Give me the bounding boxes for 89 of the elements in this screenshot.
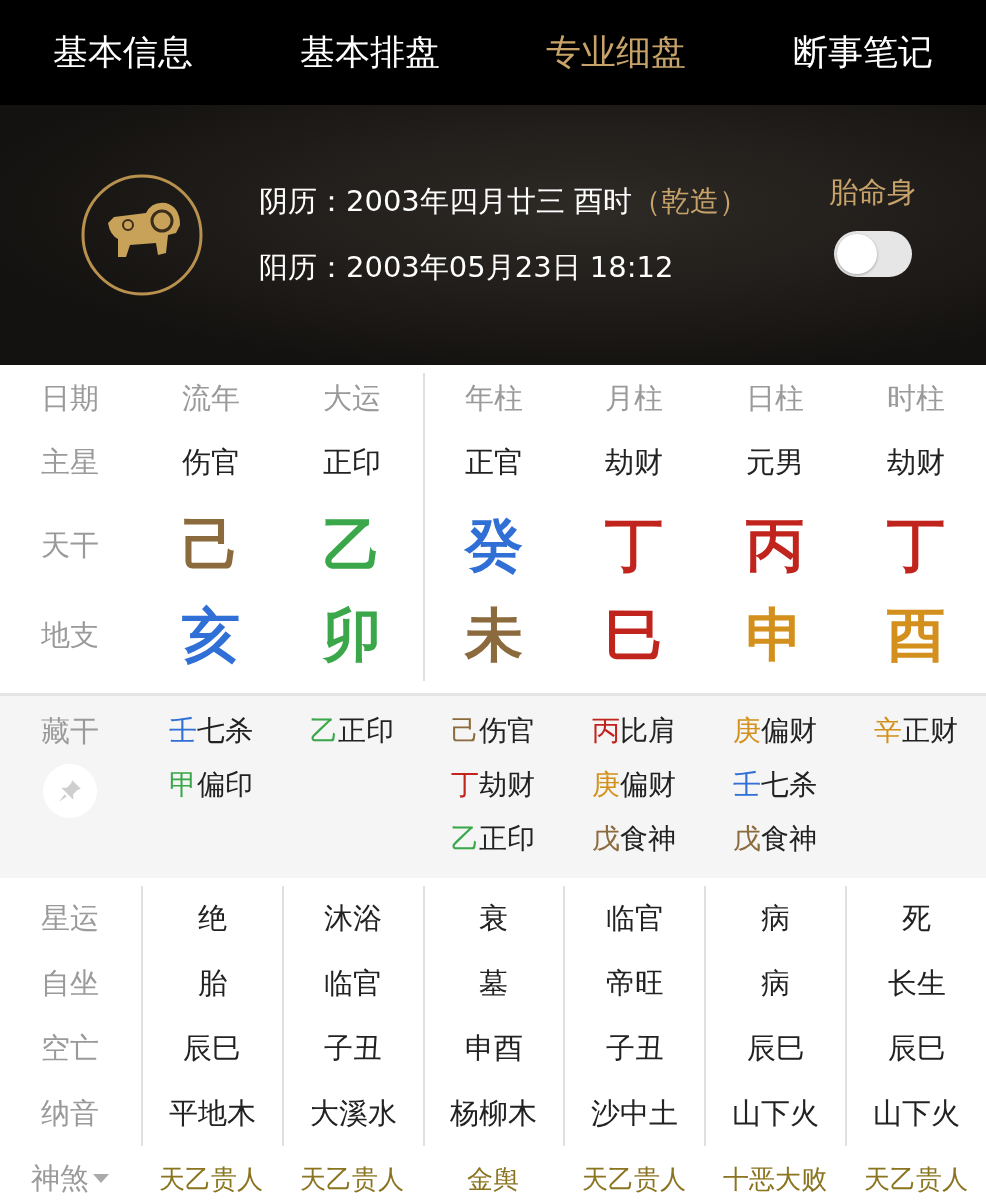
table-cell-text: 子丑 [605, 1029, 664, 1067]
shensha-label: 天乙贵人 [863, 1162, 968, 1196]
table-cell-text: 杨柳木 [450, 1094, 538, 1132]
branch-character: 巳 [604, 600, 663, 671]
shensha-label: 天乙贵人 [159, 1162, 264, 1196]
hidden-stem: 壬七杀 [732, 767, 817, 803]
row-label: 天干 [41, 527, 100, 564]
table-cell-text: 衰 [479, 899, 509, 937]
table-cell-text: 病 [761, 964, 791, 1002]
table-cell-text: 伤官 [182, 444, 241, 481]
column-heading: 大运 [323, 380, 382, 417]
caret-icon[interactable] [93, 1174, 110, 1184]
toggle-switch[interactable] [833, 231, 912, 277]
hidden-stem: 乙正印 [310, 713, 395, 749]
hidden-stem: 乙正印 [451, 821, 535, 857]
stem-character: 丁 [604, 510, 663, 581]
table-cell-text: 山下火 [732, 1094, 820, 1132]
nav-tab[interactable]: 基本排盘 [246, 29, 493, 76]
gender-label: （乾造） [632, 183, 749, 220]
hidden-stem: 庚偏财 [732, 713, 817, 749]
table-cell-text: 病 [761, 899, 791, 937]
table-cell-text: 大溪水 [309, 1094, 397, 1132]
ram-logo-icon [80, 173, 204, 297]
stem-character: 乙 [323, 510, 382, 581]
shensha-label: 天乙贵人 [300, 1162, 405, 1196]
table-cell-text: 申酉 [465, 1029, 523, 1067]
table-cell-text: 平地木 [168, 1094, 256, 1132]
nav-tab[interactable]: 专业细盘 [493, 29, 740, 76]
shensha-label: 天乙贵人 [581, 1162, 686, 1196]
table-cell-text: 辰巳 [183, 1029, 242, 1067]
branch-character: 酉 [886, 600, 945, 671]
table-cell-text: 长生 [887, 964, 946, 1002]
row-label: 主星 [41, 444, 100, 481]
hidden-stem: 壬七杀 [169, 713, 254, 749]
branch-character: 未 [465, 600, 523, 671]
row-label: 纳音 [41, 1094, 100, 1132]
hidden-stem: 戊食神 [591, 821, 676, 857]
hidden-stem: 丁劫财 [451, 767, 535, 803]
table-cell-text: 辰巳 [887, 1029, 946, 1067]
nav-tab[interactable]: 断事笔记 [739, 29, 986, 76]
hidden-stem: 己伤官 [451, 713, 535, 749]
table-cell-text: 正印 [323, 444, 382, 481]
row-label: 空亡 [41, 1029, 100, 1067]
column-heading: 月柱 [604, 380, 663, 417]
table-cell-text: 劫财 [886, 444, 945, 481]
hidden-stem: 甲偏印 [169, 767, 254, 803]
table-cell-text: 临官 [324, 964, 383, 1002]
stem-character: 癸 [465, 510, 523, 581]
row-label: 地支 [41, 617, 100, 654]
row-label: 神煞 [31, 1160, 90, 1197]
table-cell-text: 元男 [745, 444, 804, 481]
column-heading: 时柱 [886, 380, 945, 417]
table-cell-text: 死 [902, 899, 932, 937]
stem-character: 己 [182, 510, 241, 581]
pin-icon [57, 778, 84, 804]
column-heading: 年柱 [465, 380, 523, 417]
lunar-date: 阴历：2003年四月廿三 酉时 [259, 183, 633, 220]
table-cell-text: 辰巳 [746, 1029, 805, 1067]
table-cell-text: 沙中土 [591, 1094, 679, 1132]
toggle-label: 胎命身 [829, 174, 916, 211]
branch-character: 亥 [182, 600, 241, 671]
branch-character: 卯 [323, 600, 382, 671]
hidden-stem: 戊食神 [732, 821, 817, 857]
row-label: 藏干 [41, 714, 100, 748]
table-cell-text: 临官 [605, 899, 664, 937]
solar-date: 阳历：2003年05月23日 18:12 [259, 249, 674, 286]
hidden-stem: 庚偏财 [591, 767, 676, 803]
nav-tab[interactable]: 基本信息 [0, 29, 247, 76]
branch-character: 申 [745, 600, 804, 671]
row-label: 星运 [41, 899, 100, 937]
hidden-stem: 丙比肩 [591, 713, 676, 749]
table-cell-text: 正官 [465, 444, 523, 481]
column-heading: 日柱 [745, 380, 804, 417]
table-cell-text: 胎 [197, 964, 227, 1002]
table-cell-text: 劫财 [604, 444, 663, 481]
column-heading: 日期 [41, 380, 100, 417]
table-cell-text: 帝旺 [605, 964, 664, 1002]
row-label: 自坐 [41, 964, 100, 1002]
table-cell-text: 山下火 [873, 1094, 961, 1132]
column-heading: 流年 [182, 380, 241, 417]
shensha-label: 十恶大败 [722, 1162, 827, 1196]
table-cell-text: 子丑 [324, 1029, 383, 1067]
stem-character: 丁 [886, 510, 945, 581]
shensha-label: 金舆 [467, 1162, 519, 1196]
table-cell-text: 沐浴 [324, 899, 383, 937]
hidden-stem: 辛正财 [873, 713, 958, 749]
table-cell-text: 绝 [197, 899, 227, 937]
stem-character: 丙 [745, 510, 804, 581]
table-cell-text: 墓 [479, 964, 509, 1002]
